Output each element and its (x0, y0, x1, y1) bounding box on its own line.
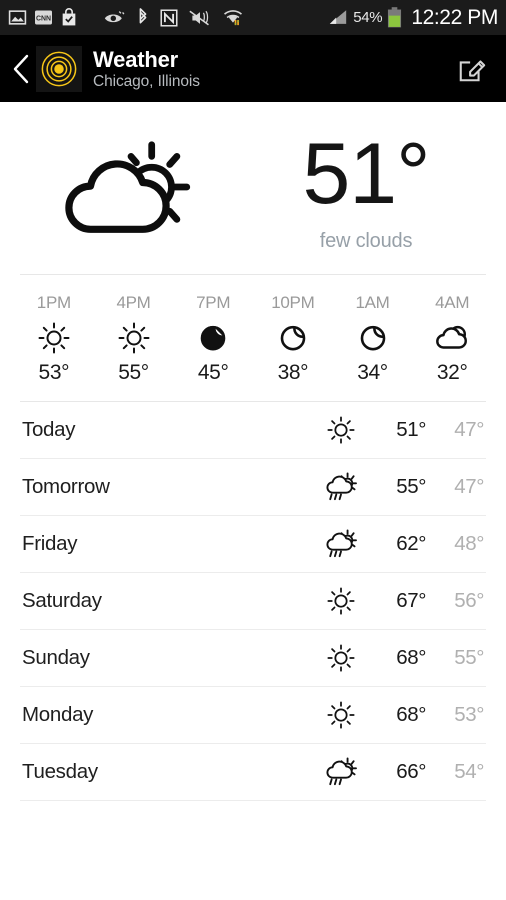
hourly-temp: 34° (357, 361, 388, 384)
day-label: Today (22, 418, 76, 441)
cell-signal-icon (328, 9, 348, 26)
hourly-item[interactable]: 1PM 53° (14, 293, 94, 385)
hourly-item[interactable]: 4AM 32° (412, 293, 492, 385)
status-bar-clock: 12:22 PM (411, 5, 498, 29)
table-row[interactable]: Saturday 67° 56° (0, 573, 506, 629)
hourly-time: 4PM (116, 293, 151, 312)
day-low-temp: 56° (454, 589, 484, 612)
table-row[interactable]: Tomorrow 55° 47° (0, 459, 506, 515)
bluetooth-icon (137, 8, 149, 27)
hourly-time: 1PM (36, 293, 71, 312)
status-bar[interactable]: CNN 54% 12:22 PM (0, 0, 506, 36)
sun-icon (318, 701, 364, 729)
hourly-item[interactable]: 4PM 55° (94, 293, 174, 385)
hourly-temp: 53° (38, 361, 70, 384)
day-high-temp: 51° (396, 418, 426, 441)
sun-icon (318, 644, 364, 672)
moon-icon (278, 319, 308, 357)
play-store-update-icon (60, 8, 78, 27)
table-row[interactable]: Tuesday 66° 54° (0, 744, 506, 800)
hourly-item[interactable]: 7PM 45° (173, 293, 253, 385)
row-divider (20, 800, 486, 801)
hourly-temp: 32° (436, 361, 468, 384)
edit-compose-icon[interactable] (452, 49, 492, 89)
back-chevron-icon[interactable] (10, 54, 32, 84)
sun-icon (318, 416, 364, 444)
header-titles: Weather Chicago, Illinois (93, 47, 200, 91)
battery-icon (387, 7, 402, 28)
day-label: Tomorrow (22, 475, 110, 498)
status-bar-system-icons (104, 8, 244, 27)
hourly-temp: 55° (118, 361, 149, 384)
weather-target-icon[interactable] (36, 46, 82, 92)
hourly-temp: 38° (277, 361, 309, 384)
day-high-temp: 55° (396, 475, 426, 498)
current-description: few clouds (319, 229, 413, 252)
day-label: Tuesday (22, 760, 98, 783)
sound-muted-vibrate-icon (189, 9, 211, 27)
day-high-temp: 67° (396, 589, 426, 612)
day-high-temp: 68° (396, 646, 426, 669)
daily-forecast[interactable]: Today 51° 47° Tomorrow 55° 47° Friday 62… (0, 402, 506, 801)
hourly-time: 1AM (355, 293, 390, 312)
day-low-temp: 54° (454, 760, 484, 783)
current-temperature: 51° (302, 125, 430, 222)
day-high-temp: 62° (396, 532, 426, 555)
sun-icon (118, 319, 150, 357)
table-row[interactable]: Monday 68° 53° (0, 687, 506, 743)
day-label: Sunday (22, 646, 90, 669)
hourly-item[interactable]: 10PM 38° (253, 293, 333, 385)
wifi-data-transfer-icon (222, 8, 244, 27)
location-subtitle: Chicago, Illinois (93, 73, 200, 90)
status-bar-notifications: CNN (8, 8, 78, 27)
day-label: Monday (22, 703, 94, 726)
smart-stay-eye-icon (104, 10, 126, 25)
hourly-time: 4AM (435, 293, 470, 312)
moon-icon (358, 319, 388, 357)
hourly-temp: 45° (197, 361, 229, 384)
table-row[interactable]: Friday 62° 48° (0, 516, 506, 572)
nfc-icon (160, 8, 178, 27)
hourly-item[interactable]: 1AM 34° (333, 293, 413, 385)
day-label: Saturday (22, 589, 102, 612)
day-low-temp: 55° (454, 646, 484, 669)
day-low-temp: 47° (454, 475, 484, 498)
cloud-moon-icon (434, 319, 470, 357)
battery-percent-label: 54% (353, 9, 383, 26)
hourly-time: 10PM (271, 293, 315, 312)
day-low-temp: 47° (454, 418, 484, 441)
day-high-temp: 68° (396, 703, 426, 726)
page-title: Weather (93, 47, 178, 72)
table-row[interactable]: Sunday 68° 55° (0, 630, 506, 686)
hourly-forecast[interactable]: 1PM 53° 4PM 55° 7PM 45° 10PM 38° 1AM 34° (0, 275, 506, 401)
day-high-temp: 66° (396, 760, 426, 783)
current-conditions: 51° few clouds (0, 102, 506, 274)
current-readout: 51° few clouds (252, 124, 480, 253)
cnn-news-icon: CNN (34, 9, 53, 26)
gallery-icon (8, 8, 27, 27)
sun-icon (318, 587, 364, 615)
sun-behind-cloud-icon (0, 133, 252, 244)
rain-sun-icon (318, 529, 364, 559)
hourly-time: 7PM (196, 293, 231, 312)
sun-icon (38, 319, 70, 357)
day-label: Friday (22, 532, 78, 555)
table-row[interactable]: Today 51° 47° (0, 402, 506, 458)
rain-sun-icon (318, 472, 364, 502)
app-header-bar: Weather Chicago, Illinois (0, 36, 506, 102)
day-low-temp: 48° (454, 532, 484, 555)
moon-icon (198, 319, 228, 357)
status-bar-right: 54% 12:22 PM (328, 6, 498, 30)
svg-text:CNN: CNN (36, 16, 51, 23)
day-low-temp: 53° (454, 703, 484, 726)
rain-sun-icon (318, 757, 364, 787)
